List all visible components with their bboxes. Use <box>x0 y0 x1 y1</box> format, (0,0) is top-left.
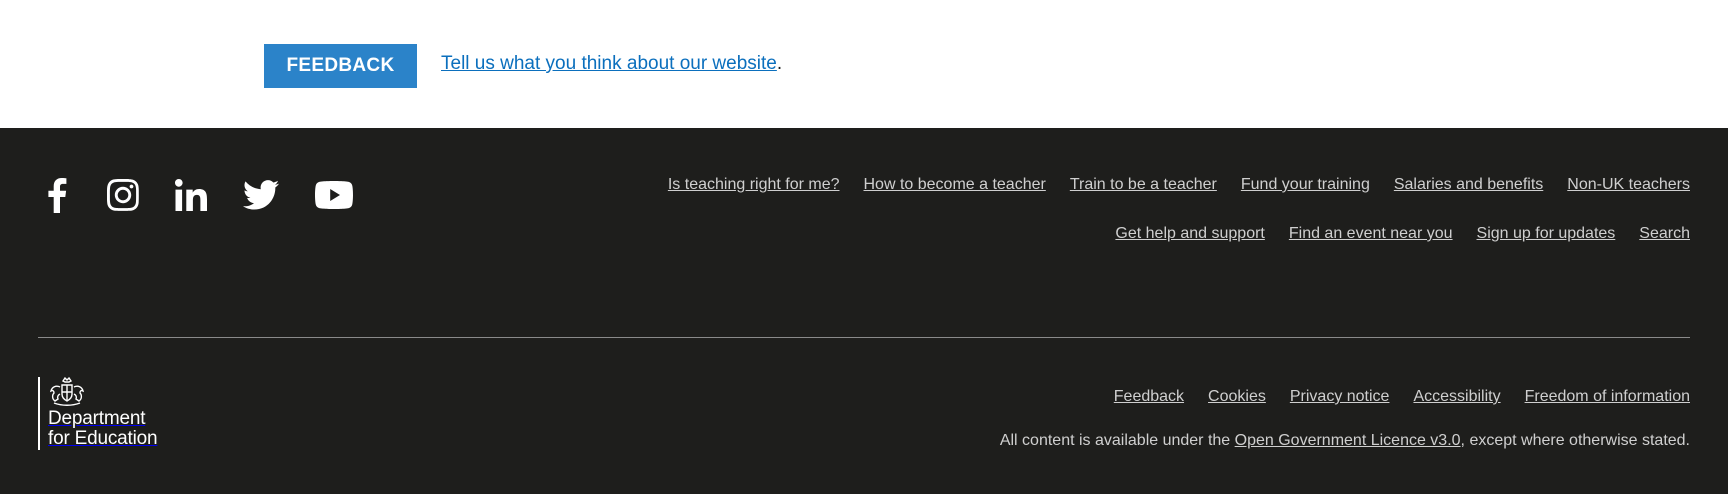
facebook-link[interactable] <box>46 177 68 213</box>
nav-link-train-to-be[interactable]: Train to be a teacher <box>1070 176 1217 194</box>
twitter-link[interactable] <box>243 180 279 210</box>
footer-legal-links: Feedback Cookies Privacy notice Accessib… <box>1090 388 1690 406</box>
royal-crest-icon <box>49 377 85 406</box>
nav-link-is-teaching-right[interactable]: Is teaching right for me? <box>668 176 840 194</box>
feedback-bar: FEEDBACK Tell us what you think about ou… <box>0 0 1728 128</box>
nav-link-non-uk[interactable]: Non-UK teachers <box>1567 176 1690 194</box>
youtube-link[interactable] <box>315 181 353 209</box>
facebook-icon <box>48 178 67 213</box>
legal-link-feedback[interactable]: Feedback <box>1114 388 1184 406</box>
logo-text-line2: for Education <box>48 428 158 449</box>
nav-link-sign-up[interactable]: Sign up for updates <box>1477 225 1616 243</box>
nav-link-search[interactable]: Search <box>1639 225 1690 243</box>
licence-suffix: , except where otherwise stated. <box>1460 432 1690 449</box>
social-links <box>38 170 353 220</box>
twitter-icon <box>243 180 279 210</box>
logo-text-line1: Department <box>48 408 146 429</box>
legal-link-cookies[interactable]: Cookies <box>1208 388 1266 406</box>
linkedin-link[interactable] <box>175 179 207 211</box>
nav-link-salaries[interactable]: Salaries and benefits <box>1394 176 1543 194</box>
nav-link-how-to-become[interactable]: How to become a teacher <box>864 176 1046 194</box>
nav-link-find-event[interactable]: Find an event near you <box>1289 225 1453 243</box>
feedback-link[interactable]: Tell us what you think about our website <box>441 53 777 74</box>
feedback-button[interactable]: FEEDBACK <box>264 44 417 88</box>
footer-nav-primary: Is teaching right for me? How to become … <box>644 176 1690 194</box>
nav-link-fund-training[interactable]: Fund your training <box>1241 176 1370 194</box>
licence-notice: All content is available under the Open … <box>1000 432 1690 450</box>
dfe-logo[interactable]: Department for Education <box>38 377 158 450</box>
youtube-icon <box>315 181 353 209</box>
site-footer: Is teaching right for me? How to become … <box>0 128 1728 494</box>
instagram-link[interactable] <box>107 179 139 211</box>
licence-prefix: All content is available under the <box>999 432 1235 449</box>
linkedin-icon <box>175 179 207 211</box>
legal-link-privacy[interactable]: Privacy notice <box>1290 388 1390 406</box>
legal-link-accessibility[interactable]: Accessibility <box>1413 388 1500 406</box>
legal-link-foi[interactable]: Freedom of information <box>1525 388 1690 406</box>
footer-divider <box>38 337 1690 338</box>
nav-link-help-support[interactable]: Get help and support <box>1115 225 1264 243</box>
footer-nav-secondary: Get help and support Find an event near … <box>1091 225 1690 243</box>
feedback-suffix: . <box>776 53 783 74</box>
feedback-message: Tell us what you think about our website… <box>441 53 782 75</box>
licence-link[interactable]: Open Government Licence v3.0 <box>1235 432 1461 449</box>
instagram-icon <box>107 179 139 211</box>
